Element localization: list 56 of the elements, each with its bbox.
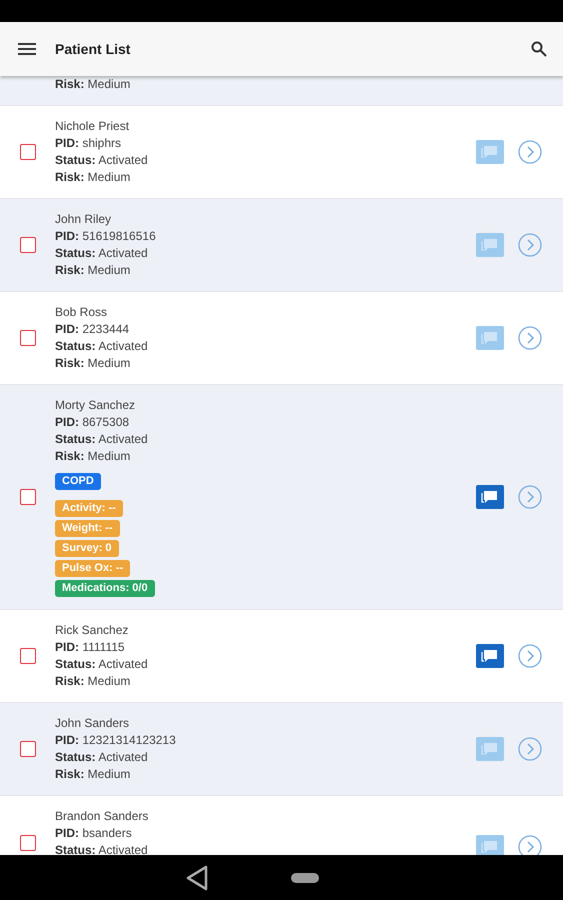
chevron-right-icon[interactable] bbox=[518, 140, 542, 164]
checkbox[interactable] bbox=[20, 237, 36, 253]
chevron-right-icon[interactable] bbox=[518, 644, 542, 668]
patient-detail: PID: bsanders bbox=[55, 825, 133, 842]
condition-tag: COPD bbox=[55, 473, 101, 490]
patient-detail: Status: Activated bbox=[55, 338, 149, 355]
patient-detail: Risk: Medium bbox=[55, 355, 132, 372]
checkbox[interactable] bbox=[20, 835, 36, 851]
metric-tag: Survey: 0 bbox=[55, 540, 119, 557]
metric-tag: Medications: 0/0 bbox=[55, 580, 155, 597]
checkbox[interactable] bbox=[20, 741, 36, 757]
metric-tag: Pulse Ox: -- bbox=[55, 560, 130, 577]
metric-tag: Weight: -- bbox=[55, 520, 120, 537]
message-icon[interactable] bbox=[476, 644, 504, 668]
patient-name: Bob Ross bbox=[55, 304, 108, 321]
patient-detail: Status: Activated bbox=[55, 656, 149, 673]
screen-title: Patient List bbox=[55, 41, 132, 57]
patient-detail: PID: 1111115 bbox=[55, 639, 126, 656]
message-icon[interactable] bbox=[476, 485, 504, 509]
patient-row[interactable]: John Riley PID: 51619816516 Status: Activated Risk: Medium bbox=[0, 199, 563, 292]
patient-detail: Risk: Medium bbox=[55, 448, 132, 465]
checkbox[interactable] bbox=[20, 330, 36, 346]
patient-row[interactable]: Risk: Medium bbox=[0, 76, 563, 106]
patient-detail: Risk: Medium bbox=[55, 169, 132, 186]
patient-detail: PID: 12321314123213 bbox=[55, 732, 177, 749]
menu-icon[interactable] bbox=[18, 43, 36, 55]
patient-detail: PID: 2233444 bbox=[55, 321, 130, 338]
patient-detail: Status: Activated bbox=[55, 431, 149, 448]
patient-detail: Risk: Medium bbox=[55, 766, 132, 783]
patient-name: John Riley bbox=[55, 211, 112, 228]
checkbox[interactable] bbox=[20, 144, 36, 160]
patient-name: Nichole Priest bbox=[55, 118, 130, 135]
patient-row[interactable]: Morty Sanchez PID: 8675308 Status: Activated Risk: Medium COPD Activity: -- Weight: -- Survey: 0 Pulse Ox: -- Medications: 0/0 bbox=[0, 385, 563, 610]
checkbox[interactable] bbox=[20, 648, 36, 664]
search-icon[interactable] bbox=[531, 41, 547, 57]
patient-detail: Status: Activated bbox=[55, 152, 149, 169]
patient-detail: Risk: Medium bbox=[55, 76, 132, 93]
patient-detail: Risk: Medium bbox=[55, 673, 132, 690]
patient-detail: Status: Activated bbox=[55, 749, 149, 766]
patient-detail: PID: 8675308 bbox=[55, 414, 130, 431]
patient-detail: PID: 51619816516 bbox=[55, 228, 157, 245]
patient-detail: Status: Activated bbox=[55, 245, 149, 262]
patient-row[interactable]: John Sanders PID: 12321314123213 Status: Activated Risk: Medium bbox=[0, 703, 563, 796]
metric-tag: Activity: -- bbox=[55, 500, 123, 517]
home-pill[interactable] bbox=[290, 872, 318, 882]
patient-name: Morty Sanchez bbox=[55, 397, 136, 414]
patient-name: John Sanders bbox=[55, 715, 130, 732]
back-icon[interactable] bbox=[184, 864, 208, 890]
patient-name: Rick Sanchez bbox=[55, 622, 130, 639]
patient-detail: Risk: Medium bbox=[55, 262, 132, 279]
checkbox[interactable] bbox=[20, 489, 36, 505]
patient-name: Brandon Sanders bbox=[55, 808, 150, 825]
chevron-right-icon[interactable] bbox=[518, 835, 542, 855]
chevron-right-icon[interactable] bbox=[518, 326, 542, 350]
patient-detail: PID: shiphrs bbox=[55, 135, 122, 152]
patient-detail: Status: Activated bbox=[55, 842, 149, 855]
